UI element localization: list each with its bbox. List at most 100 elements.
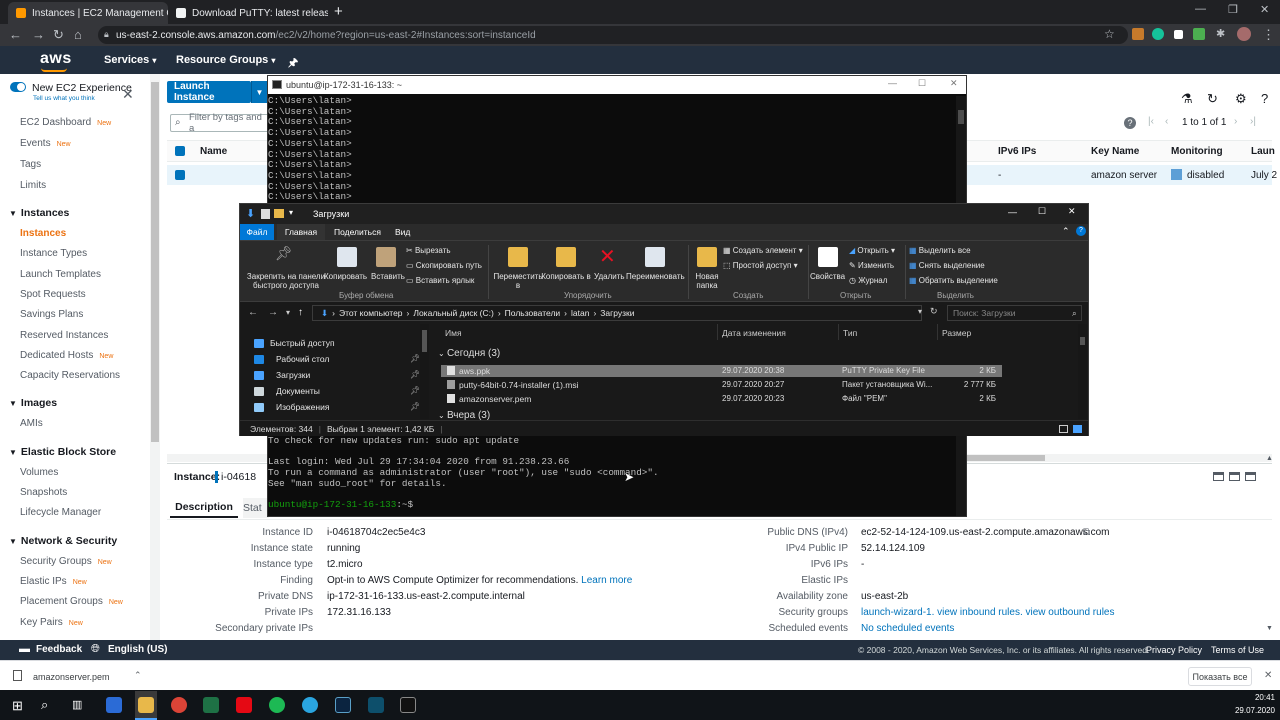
detail-value[interactable]: launch-wizard-1. view inbound rules. vie… — [861, 607, 1114, 618]
breadcrumb-item[interactable]: Этот компьютер — [339, 308, 403, 318]
sidebar-item[interactable]: Security Groups New — [20, 556, 112, 567]
pin-icon[interactable]: 🖈︎ — [288, 54, 298, 73]
group-header-today[interactable]: ⌄ Сегодня (3) — [438, 348, 500, 359]
properties-button[interactable]: Свойства — [810, 272, 845, 281]
profile-avatar-icon[interactable] — [1237, 27, 1251, 41]
collapse-ribbon-icon[interactable]: ⌃ — [1062, 226, 1070, 237]
breadcrumb-item[interactable]: Локальный диск (C:) — [413, 308, 493, 318]
close-icon[interactable]: ✕ — [1264, 670, 1272, 681]
easy-access-button[interactable]: ⬚ Простой доступ ▾ — [723, 261, 798, 270]
pin-icon[interactable]: 📌︎ — [410, 402, 420, 411]
sidebar-item[interactable]: Lifecycle Manager — [20, 507, 101, 518]
launch-dropdown-chevron-icon[interactable]: ▼ — [251, 81, 267, 103]
sidebar-item[interactable]: Events New — [20, 138, 71, 149]
sidebar-section-instances[interactable]: ▼ Instances — [9, 207, 69, 219]
prev-page-icon[interactable]: ‹ — [1165, 116, 1168, 127]
explorer-search-input[interactable]: Поиск: Загрузки ⌕ — [947, 305, 1082, 321]
ribbon-tab-home[interactable]: Главная — [277, 224, 325, 240]
spotify-taskbar-icon[interactable] — [269, 697, 285, 713]
pin-icon[interactable]: 📌︎ — [410, 354, 420, 363]
file-row[interactable]: putty-64bit-0.74-installer (1).msi 29.07.… — [441, 379, 1002, 391]
address-dropdown-icon[interactable]: ▾ — [918, 307, 922, 316]
sidebar-section-images[interactable]: ▼ Images — [9, 397, 57, 409]
terms-link[interactable]: Terms of Use — [1211, 645, 1264, 655]
sidebar-item[interactable]: Instance Types — [20, 248, 87, 259]
sidebar-item[interactable]: Instances — [20, 228, 66, 239]
learn-more-link[interactable]: Learn more — [581, 575, 632, 586]
help-icon[interactable]: ? — [1261, 91, 1268, 106]
back-arrow-icon[interactable]: ← — [9, 27, 22, 42]
large-icons-view-icon[interactable] — [1073, 425, 1082, 433]
minimize-window-icon[interactable]: — — [1195, 3, 1206, 15]
invert-selection-button[interactable]: ▦ Обратить выделение — [909, 276, 998, 285]
nav-pane-item[interactable]: Документы — [276, 386, 320, 396]
copy-button[interactable]: Копировать — [324, 272, 367, 281]
sidebar-item[interactable]: Savings Plans — [20, 309, 83, 320]
column-divider[interactable] — [937, 324, 938, 340]
resource-groups-menu[interactable]: Resource Groups ▾ — [176, 54, 275, 66]
file-explorer-window[interactable]: ⬇ ▾ Загрузки — ☐ ✕ Файл Главная Поделить… — [239, 203, 1089, 436]
row-checkbox[interactable] — [175, 170, 185, 180]
refresh-icon[interactable]: ↻ — [930, 306, 938, 317]
column-ipv6[interactable]: IPv6 IPs — [998, 146, 1036, 157]
grammarly-extension-icon[interactable] — [1152, 28, 1164, 40]
audition-taskbar-icon[interactable] — [335, 697, 351, 713]
column-name[interactable]: Имя — [445, 328, 462, 338]
column-launch-time[interactable]: Laun — [1251, 146, 1275, 157]
back-arrow-icon[interactable]: ← — [248, 307, 258, 318]
new-tab-plus-icon[interactable]: + — [334, 3, 343, 20]
column-size[interactable]: Размер — [942, 328, 971, 338]
breadcrumb-item[interactable]: latan — [571, 308, 589, 318]
forward-arrow-icon[interactable]: → — [32, 27, 45, 42]
show-all-downloads-button[interactable]: Показать все — [1188, 667, 1252, 686]
paste-shortcut-button[interactable]: ▭ Вставить ярлык — [406, 276, 474, 285]
mail-app-icon[interactable] — [106, 697, 122, 713]
details-view-icon[interactable] — [1059, 425, 1068, 433]
chrome-taskbar-icon[interactable] — [171, 697, 187, 713]
sidebar-item[interactable]: Spot Requests — [20, 289, 86, 300]
clock-time[interactable]: 20:41 — [1241, 693, 1275, 702]
column-key-name[interactable]: Key Name — [1091, 146, 1139, 157]
feedback-icon[interactable]: ▬ — [19, 643, 30, 655]
feedback-link[interactable]: Tell us what you think — [33, 95, 95, 102]
ribbon-tab-view[interactable]: Вид — [395, 227, 410, 237]
telegram-taskbar-icon[interactable] — [302, 697, 318, 713]
pin-icon[interactable]: 📌︎ — [275, 245, 293, 262]
search-icon[interactable]: ⌕ — [41, 697, 48, 713]
new-item-button[interactable]: ▦ Создать элемент ▾ — [723, 246, 803, 255]
close-icon[interactable]: ✕ — [950, 78, 958, 89]
language-selector[interactable]: English (US) — [108, 644, 167, 655]
select-all-checkbox[interactable] — [175, 146, 185, 156]
pane-layout-icon[interactable] — [1229, 472, 1240, 481]
select-all-button[interactable]: ▦ Выделить все — [909, 246, 971, 255]
extension-icon[interactable] — [1132, 28, 1144, 40]
sidebar-item[interactable]: Placement Groups New — [20, 596, 123, 607]
sidebar-item[interactable]: EC2 Dashboard New — [20, 117, 111, 128]
terminal-taskbar-icon[interactable] — [400, 697, 416, 713]
ribbon-tab-share[interactable]: Поделиться — [334, 227, 381, 237]
help-circle-icon[interactable]: ? — [1124, 117, 1136, 129]
pin-icon[interactable]: 📌︎ — [410, 370, 420, 379]
close-window-icon[interactable]: ✕ — [1260, 3, 1269, 16]
sidebar-item[interactable]: Capacity Reservations — [20, 370, 120, 381]
file-row[interactable]: amazonserver.pem 29.07.2020 20:23 Файл "PE… — [441, 393, 1002, 405]
minimize-icon[interactable]: — — [1008, 207, 1017, 217]
forward-arrow-icon[interactable]: → — [268, 307, 278, 318]
first-page-icon[interactable]: |‹ — [1148, 116, 1154, 127]
scroll-thumb[interactable] — [960, 455, 1045, 461]
pin-to-quick-access-button[interactable]: Закрепить на панели быстрого доступа — [245, 272, 327, 290]
tab-putty-download[interactable]: Download PuTTY: latest release ( ✕ — [168, 2, 328, 24]
column-type[interactable]: Тип — [843, 328, 857, 338]
next-page-icon[interactable]: › — [1234, 116, 1237, 127]
move-to-button[interactable]: Переместить в — [493, 272, 543, 290]
select-none-button[interactable]: ▦ Снять выделение — [909, 261, 985, 270]
new-folder-icon[interactable] — [274, 209, 284, 218]
extensions-puzzle-icon[interactable]: ✱ — [1216, 27, 1225, 40]
nav-pane-item[interactable]: Изображения — [276, 402, 329, 412]
pane-layout-icon[interactable] — [1245, 472, 1256, 481]
column-monitoring[interactable]: Monitoring — [1171, 146, 1223, 157]
sidebar-item[interactable]: Snapshots — [20, 487, 67, 498]
cut-button[interactable]: ✂ Вырезать — [406, 246, 451, 255]
sidebar-item[interactable]: Reserved Instances — [20, 330, 108, 341]
sidebar-item[interactable]: Volumes — [20, 467, 58, 478]
